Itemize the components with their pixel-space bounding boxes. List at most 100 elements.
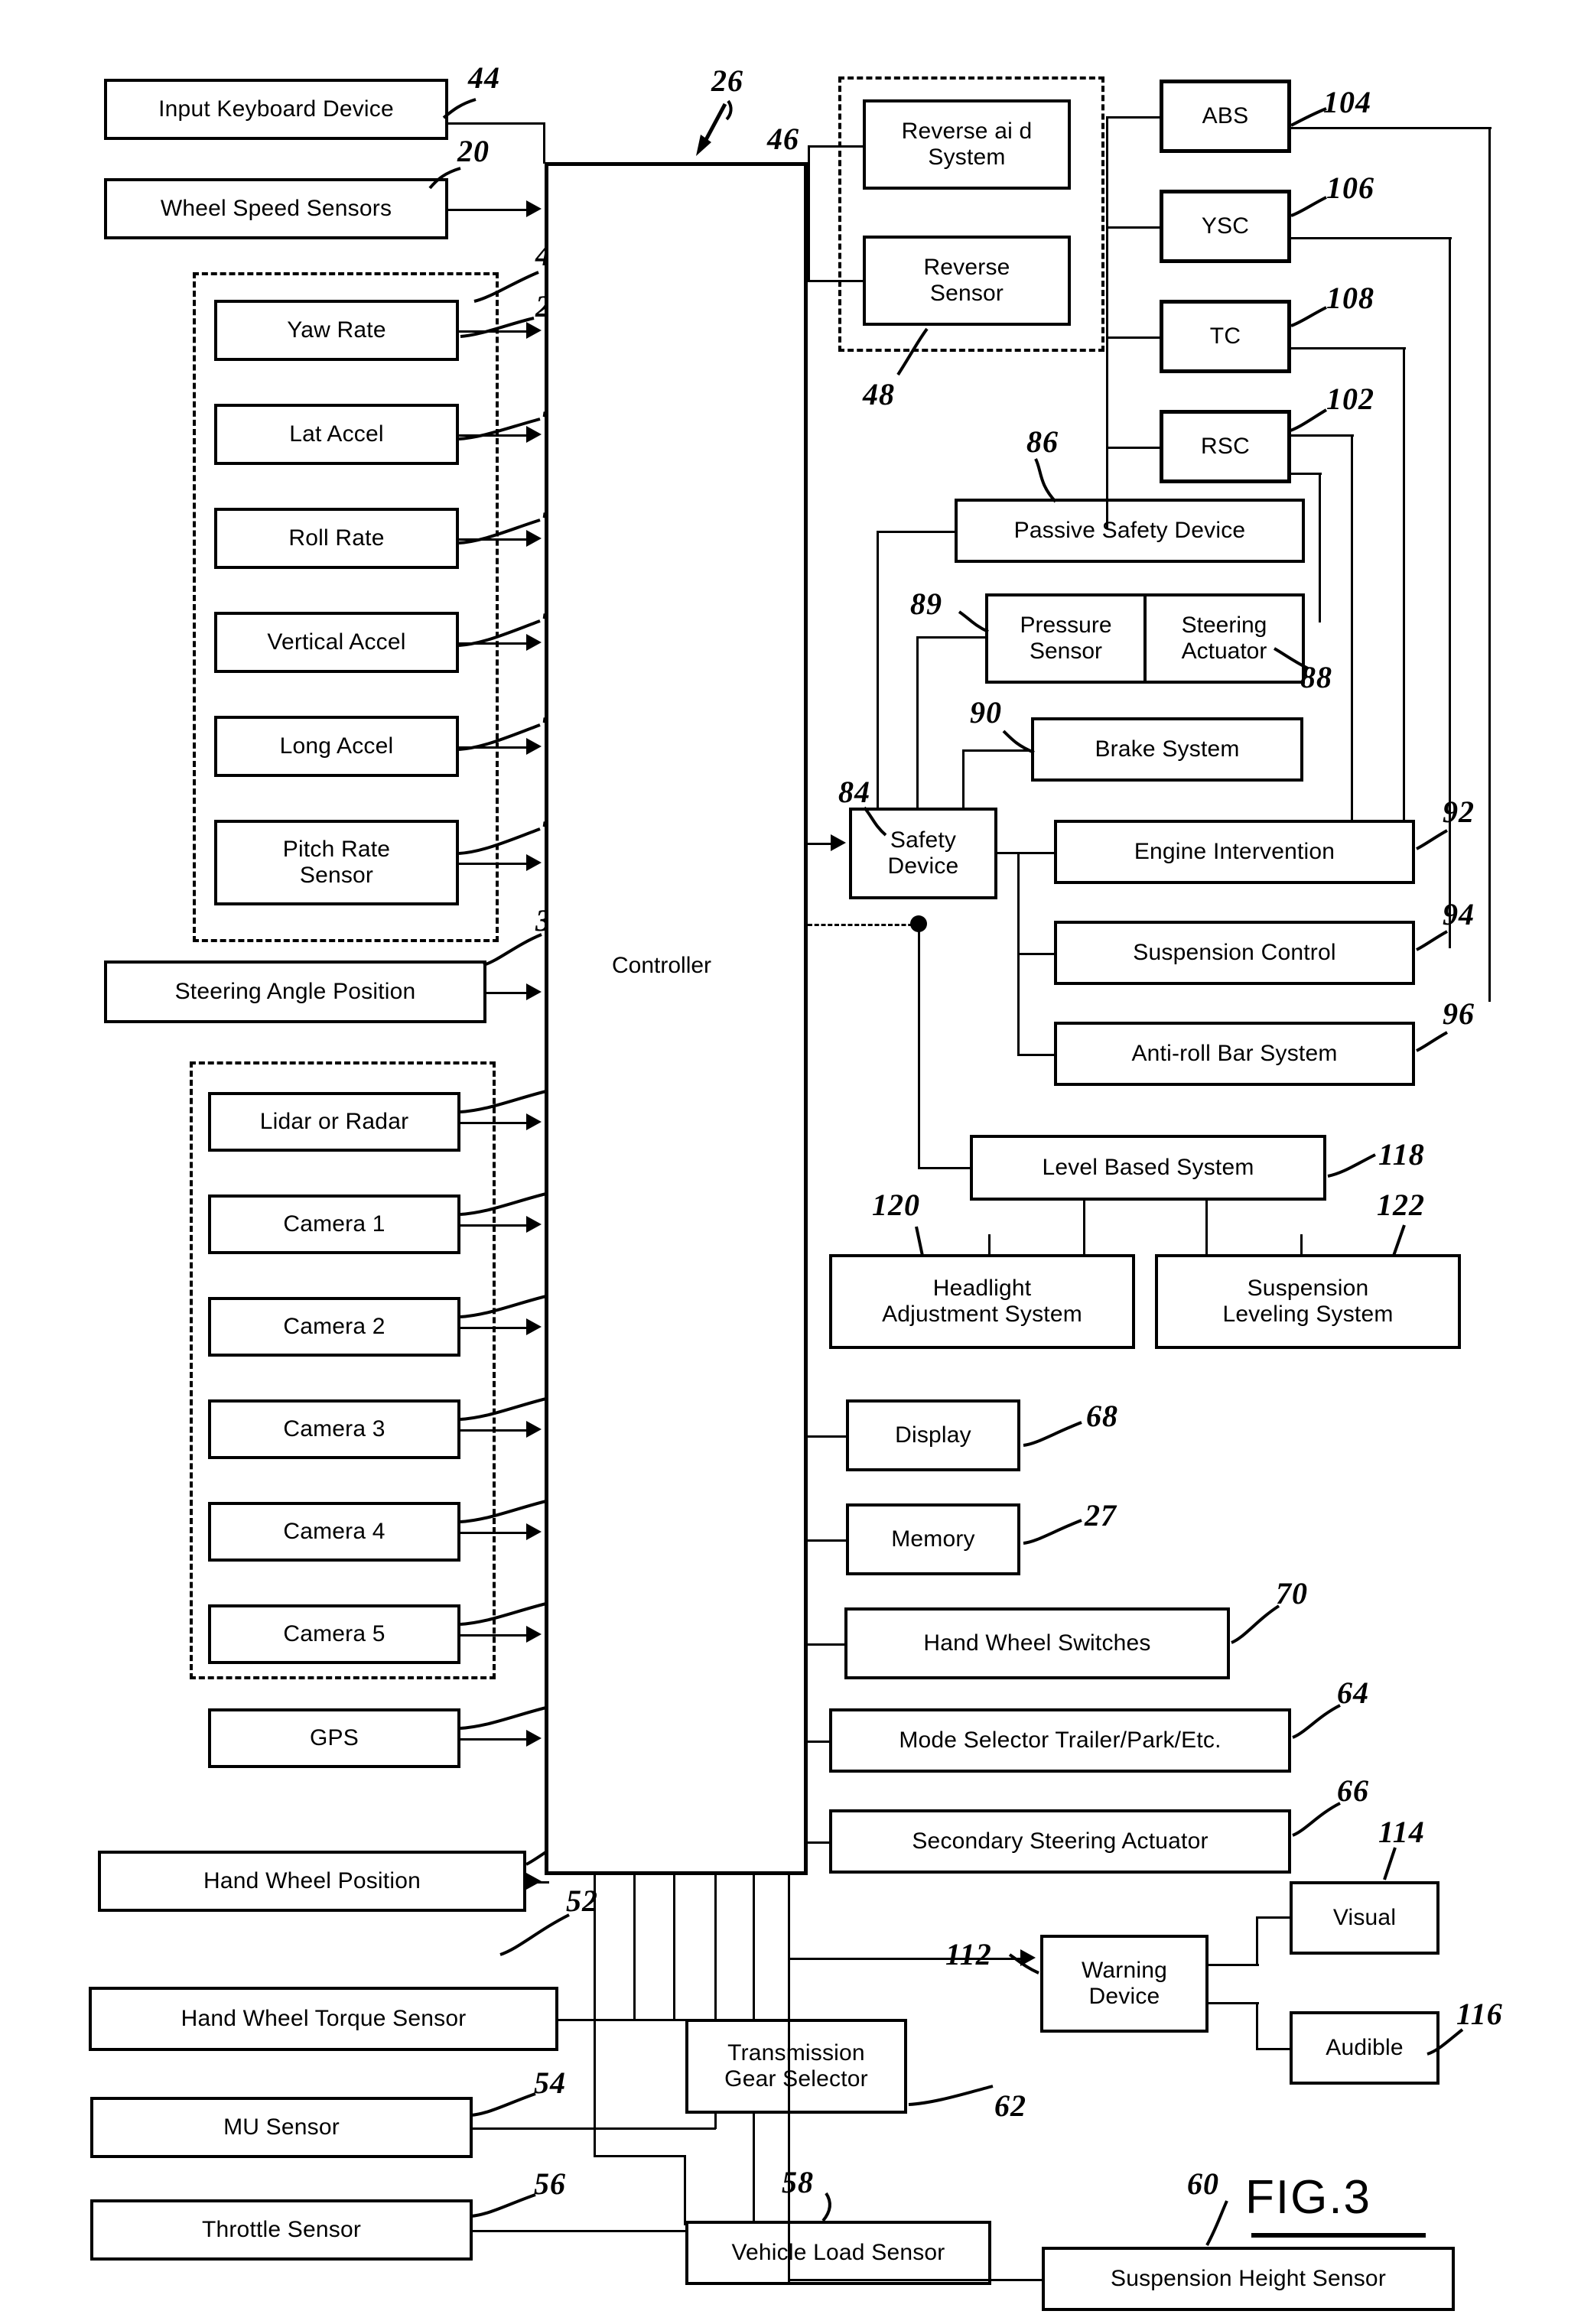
- block-camera-2: Camera 2: [208, 1297, 460, 1357]
- block-suspension-leveling-system: Suspension Leveling System: [1155, 1254, 1461, 1349]
- wire-camera1: [460, 1224, 528, 1227]
- leader-64: [1291, 1701, 1346, 1744]
- leader-60: [1202, 2199, 1238, 2250]
- leader-26-arrow: [688, 99, 734, 161]
- wire-transmission-run: [633, 2019, 687, 2021]
- leader-88: [1273, 647, 1316, 679]
- block-label-line1: Pressure: [1020, 613, 1112, 639]
- wire-safety-to-pressure: [916, 636, 919, 811]
- block-label-line2: System: [928, 145, 1006, 170]
- block-label: Hand Wheel Switches: [923, 1630, 1151, 1656]
- leader-84: [863, 806, 898, 840]
- block-label: Display: [895, 1422, 971, 1448]
- wire-rsc-return-b: [1291, 473, 1322, 475]
- wire-safety-pressure-run: [916, 636, 987, 639]
- block-label-line1: Reverse: [923, 255, 1010, 281]
- ref-106: 106: [1326, 171, 1374, 205]
- block-lidar-or-radar: Lidar or Radar: [208, 1092, 460, 1152]
- block-label: Hand Wheel Position: [203, 1868, 421, 1894]
- block-label: Camera 4: [283, 1519, 385, 1545]
- wire-safety-brake-run: [962, 749, 1033, 752]
- leader-62: [907, 2079, 999, 2112]
- leader-92: [1415, 829, 1453, 860]
- leader-52: [499, 1910, 575, 1959]
- block-label-line1: Suspension: [1247, 1276, 1369, 1302]
- arrow-verticalaccel: [526, 634, 542, 651]
- ref-96: 96: [1443, 996, 1475, 1031]
- block-label: Yaw Rate: [287, 317, 386, 343]
- block-audible: Audible: [1290, 2011, 1439, 2085]
- wire-warning-audible-b: [1256, 2048, 1291, 2050]
- block-label: Throttle Sensor: [201, 2217, 362, 2243]
- wire-warning-visual-b: [1256, 1916, 1291, 1919]
- arrow-camera2: [526, 1318, 542, 1335]
- block-ysc: YSC: [1160, 190, 1291, 263]
- block-label: Level Based System: [1042, 1155, 1254, 1181]
- leader-56: [470, 2190, 542, 2224]
- block-yaw-rate: Yaw Rate: [214, 300, 459, 361]
- block-camera-1: Camera 1: [208, 1195, 460, 1254]
- block-label: Lidar or Radar: [259, 1109, 409, 1135]
- wire-rollrate: [459, 538, 528, 541]
- ref-118: 118: [1378, 1137, 1425, 1172]
- wire-abs-return: [1291, 127, 1492, 129]
- wire-warning-audible-a: [1209, 2002, 1259, 2004]
- wire-ctrl-hws: [808, 1643, 844, 1646]
- wire-transmission-up: [633, 1875, 636, 2020]
- leader-54: [470, 2089, 542, 2123]
- wire-warning-visual-a: [1209, 1964, 1259, 1966]
- block-label: Suspension Control: [1133, 940, 1336, 966]
- block-label: Brake System: [1095, 736, 1240, 762]
- ref-122: 122: [1377, 1188, 1425, 1222]
- block-label-line2: Actuator: [1181, 639, 1267, 664]
- leader-118: [1326, 1150, 1381, 1182]
- ref-48: 48: [863, 377, 895, 411]
- arrow-camera3: [526, 1421, 542, 1438]
- wire-pitchrate: [459, 863, 528, 865]
- wire-controller-to-safetydevice: [808, 843, 834, 845]
- block-engine-intervention: Engine Intervention: [1054, 820, 1415, 884]
- bus-tc-return-v: [1403, 347, 1405, 837]
- block-roll-rate: Roll Rate: [214, 508, 459, 569]
- arrow-longaccel: [526, 738, 542, 755]
- wire-safety-to-antiroll: [1017, 1054, 1054, 1056]
- block-label: Anti-roll Bar System: [1131, 1041, 1338, 1067]
- wire-ctrl-secondary: [808, 1841, 829, 1844]
- block-hand-wheel-switches: Hand Wheel Switches: [844, 1607, 1230, 1679]
- wire-level-left-run: [988, 1254, 1085, 1256]
- ref-44: 44: [468, 60, 500, 95]
- wire-ctrl-warning-drop: [788, 1875, 790, 1959]
- wire-safety-node-down: [918, 924, 920, 1169]
- leader-89: [958, 609, 993, 639]
- block-suspension-height-sensor: Suspension Height Sensor: [1042, 2247, 1455, 2311]
- ref-94: 94: [1443, 897, 1475, 931]
- block-label: Secondary Steering Actuator: [912, 1828, 1209, 1854]
- ref-89: 89: [910, 587, 942, 621]
- block-headlight-adjustment-system: Headlight Adjustment System: [829, 1254, 1135, 1349]
- ref-92: 92: [1443, 795, 1475, 829]
- wire-gps: [460, 1738, 528, 1741]
- block-label-line2: Sensor: [929, 281, 1004, 306]
- wire-vehicleload-run: [594, 2155, 685, 2157]
- leader-38: [482, 930, 548, 970]
- figure-caption: FIG.3: [1245, 2171, 1372, 2224]
- arrow-steeringangle: [526, 983, 542, 1000]
- leader-70: [1230, 1601, 1285, 1649]
- wire-ctrl-display: [808, 1435, 846, 1438]
- wire-bus-to-tc: [1106, 336, 1161, 339]
- block-label-line2: Adjustment System: [882, 1302, 1082, 1327]
- ref-60: 60: [1187, 2166, 1219, 2201]
- block-pressure-sensor: Pressure Sensor: [988, 596, 1147, 681]
- block-label-line1: Transmission: [727, 2040, 865, 2066]
- wire-torque-up: [673, 1875, 675, 2020]
- wire-level-right-run: [1205, 1254, 1302, 1256]
- block-brake-system: Brake System: [1031, 717, 1303, 782]
- arrow-handwheelposition: [526, 1873, 542, 1890]
- block-reverse-sensor: Reverse Sensor: [863, 236, 1071, 326]
- ref-84: 84: [838, 775, 870, 809]
- figure-caption-underline: [1251, 2233, 1426, 2238]
- block-gps: GPS: [208, 1708, 460, 1768]
- arrow-rollrate: [526, 530, 542, 547]
- block-label: Wheel Speed Sensors: [160, 196, 392, 222]
- wire-keyboard-to-controller: [448, 122, 545, 125]
